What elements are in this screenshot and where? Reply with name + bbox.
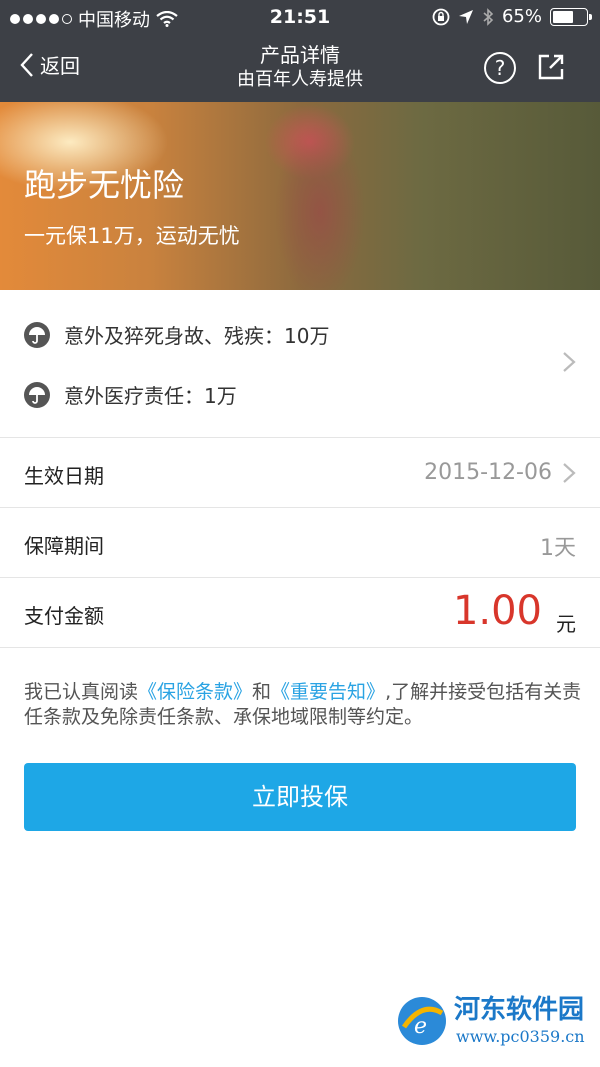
svg-text:e: e bbox=[414, 1014, 427, 1039]
product-banner: 跑步无忧险 一元保11万，运动无忧 bbox=[0, 102, 600, 290]
product-name: 跑步无忧险 bbox=[24, 166, 185, 204]
effective-date-label: 生效日期 bbox=[24, 464, 104, 488]
coverage-label: 意外医疗责任：1万 bbox=[64, 384, 237, 408]
period-label: 保障期间 bbox=[24, 534, 104, 558]
coverage-section[interactable]: 意外及猝死身故、残疾：10万 意外医疗责任：1万 bbox=[0, 290, 600, 438]
coverage-item: 意外及猝死身故、残疾：10万 bbox=[24, 320, 329, 349]
watermark-url: www.pc0359.cn bbox=[456, 1027, 585, 1046]
agreement-prefix: 我已认真阅读 bbox=[24, 681, 139, 703]
watermark-logo-icon: e bbox=[398, 997, 446, 1045]
status-bar: 中国移动 21:51 65% bbox=[0, 0, 600, 34]
rotation-lock-icon bbox=[432, 8, 450, 25]
page-subtitle: 由百年人寿提供 bbox=[237, 69, 363, 90]
watermark-name: 河东软件园 bbox=[454, 995, 585, 1025]
effective-date-row[interactable]: 生效日期 2015-12-06 bbox=[0, 438, 600, 508]
share-icon[interactable] bbox=[536, 52, 566, 82]
period-row: 保障期间 1天 bbox=[0, 508, 600, 578]
effective-date-value: 2015-12-06 bbox=[424, 460, 552, 485]
period-value: 1天 bbox=[540, 536, 576, 561]
chevron-right-icon bbox=[563, 463, 576, 483]
payment-label: 支付金额 bbox=[24, 604, 104, 628]
payment-amount: 1.00 bbox=[452, 588, 542, 634]
page-title: 产品详情 bbox=[260, 43, 340, 67]
bluetooth-icon bbox=[483, 7, 494, 26]
chevron-left-icon bbox=[20, 52, 33, 77]
battery-icon bbox=[550, 7, 592, 26]
question-circle-icon[interactable]: ? bbox=[484, 52, 516, 84]
coverage-item: 意外医疗责任：1万 bbox=[24, 380, 237, 409]
product-tagline: 一元保11万，运动无忧 bbox=[24, 224, 240, 248]
chevron-right-icon bbox=[563, 352, 576, 372]
agreement-text: 我已认真阅读《保险条款》和《重要告知》,了解并接受包括有关责任条款及免除责任条款… bbox=[24, 680, 584, 730]
location-icon bbox=[458, 9, 473, 24]
purchase-button[interactable]: 立即投保 bbox=[24, 763, 576, 831]
battery-percent: 65% bbox=[501, 6, 542, 27]
insurance-terms-link[interactable]: 《保险条款》 bbox=[138, 681, 252, 703]
coverage-label: 意外及猝死身故、残疾：10万 bbox=[64, 324, 330, 348]
watermark: e 河东软件园 www.pc0359.cn bbox=[394, 987, 594, 1057]
back-label: 返回 bbox=[40, 54, 80, 78]
payment-row: 支付金额 1.00 元 bbox=[0, 578, 600, 648]
status-right: 65% bbox=[432, 6, 592, 27]
umbrella-icon bbox=[24, 321, 50, 348]
umbrella-icon bbox=[24, 381, 50, 408]
nav-titles: 产品详情 由百年人寿提供 bbox=[150, 42, 450, 92]
back-button[interactable]: 返回 bbox=[20, 50, 80, 79]
agreement-and: 和 bbox=[252, 681, 272, 703]
payment-unit: 元 bbox=[556, 612, 576, 636]
important-notice-link[interactable]: 《重要告知》 bbox=[271, 681, 385, 703]
top-bar: 中国移动 21:51 65% 返回 产品详情 由百年人寿提供 ? bbox=[0, 0, 600, 102]
nav-bar: 返回 产品详情 由百年人寿提供 ? bbox=[0, 34, 600, 102]
